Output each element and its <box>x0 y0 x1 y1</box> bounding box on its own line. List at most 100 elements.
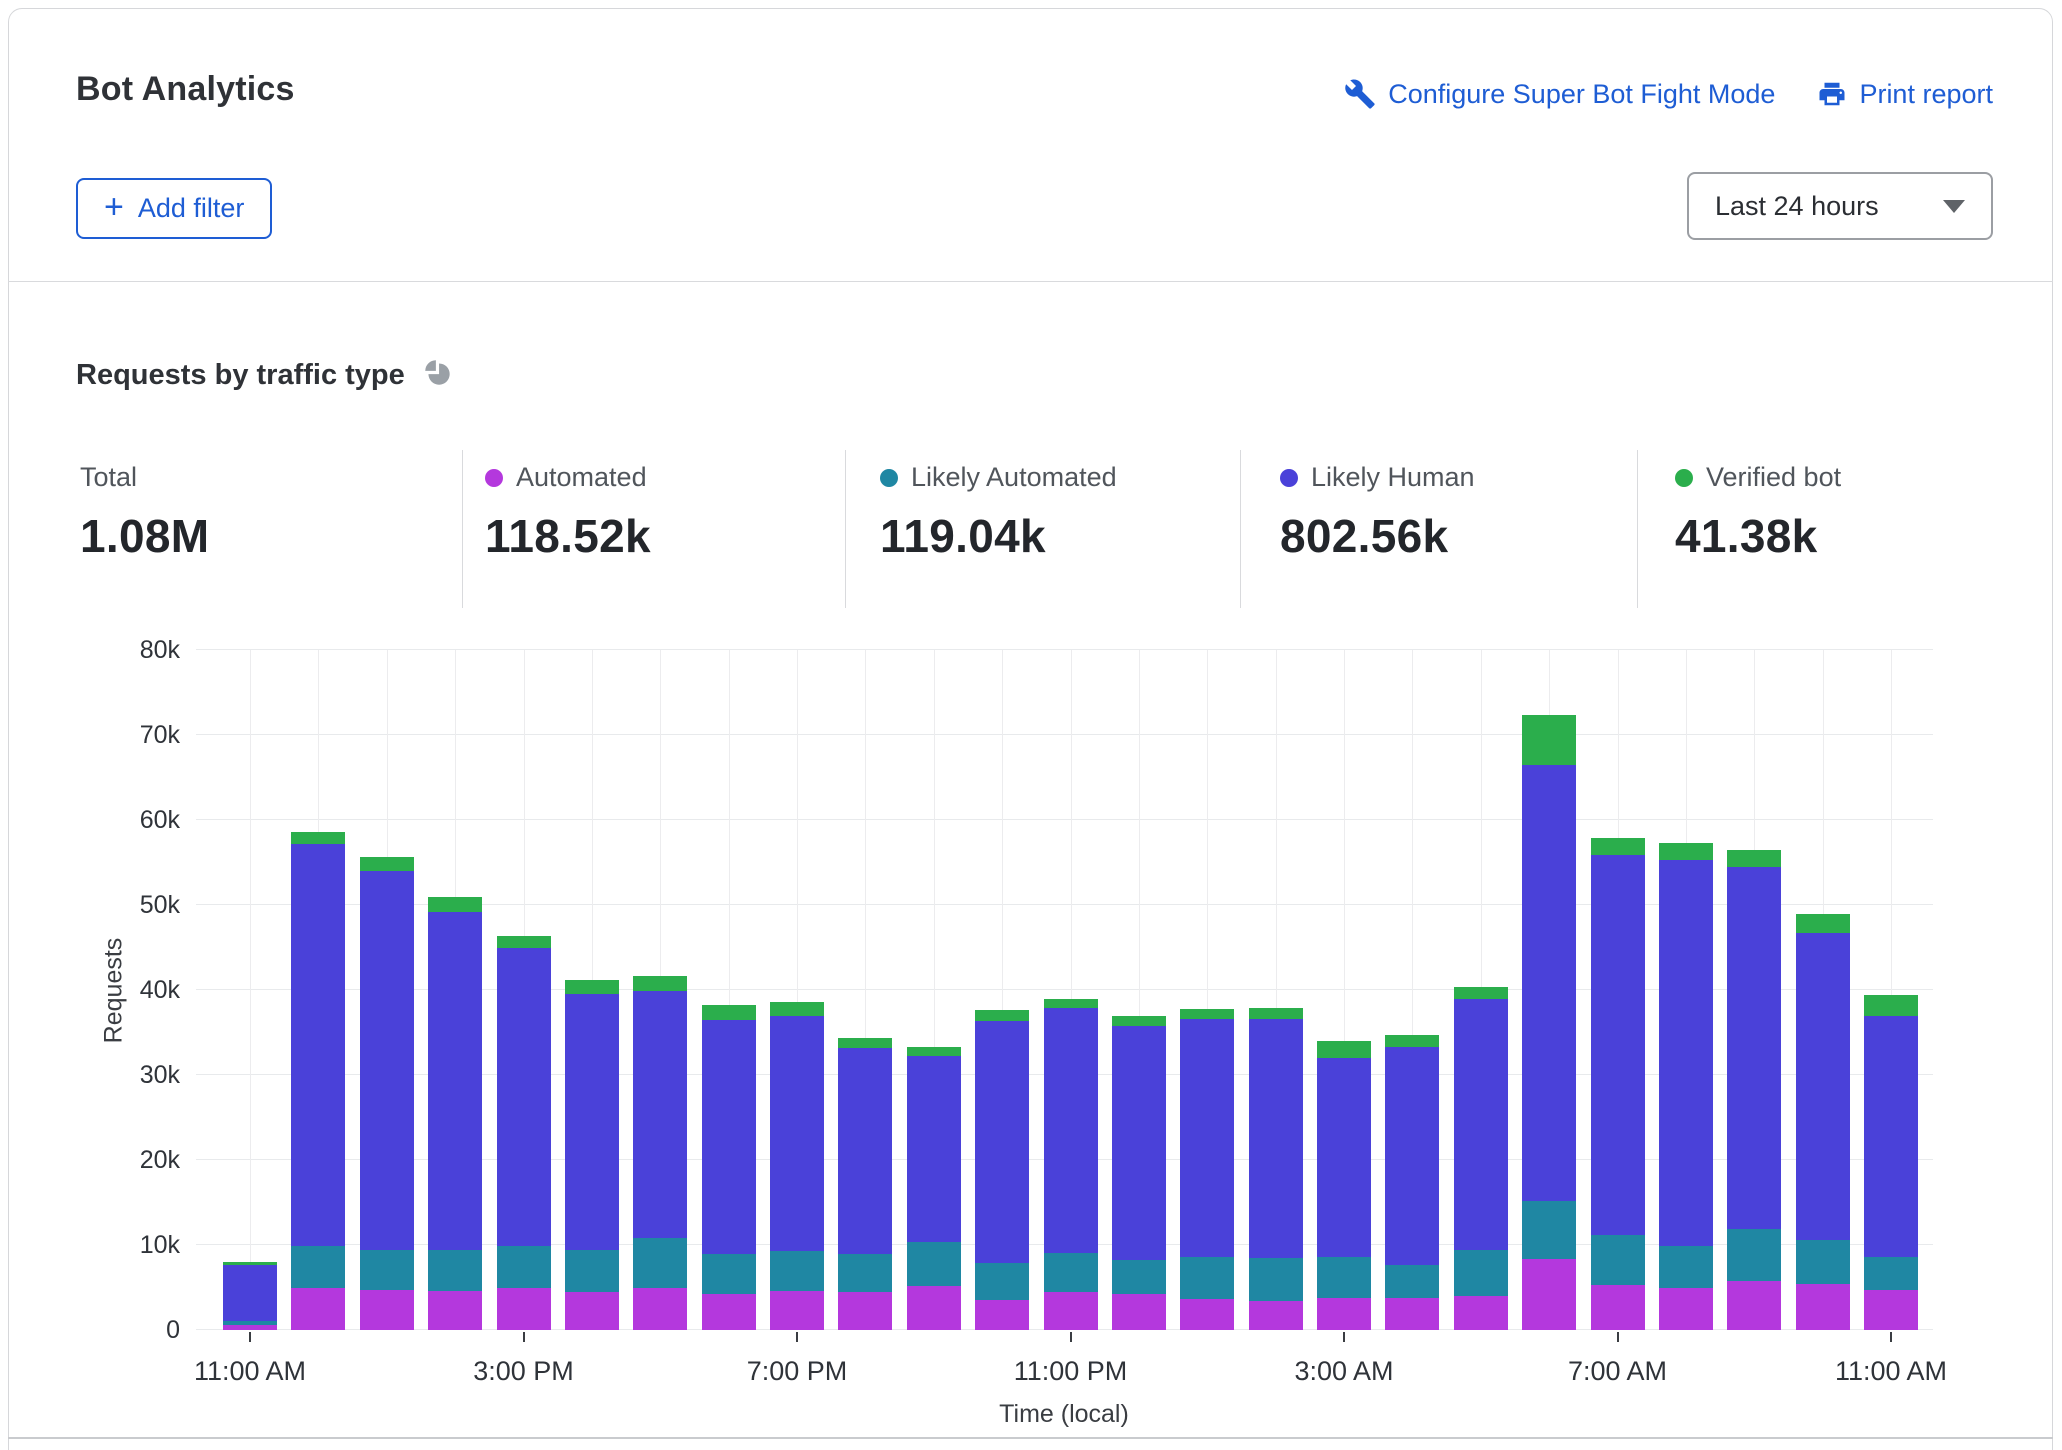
bar-11-00-am[interactable] <box>223 1262 277 1330</box>
bar-8-00-am[interactable] <box>1659 843 1713 1330</box>
time-range-dropdown[interactable]: Last 24 hours <box>1687 172 1993 240</box>
segment-likely-human <box>1112 1026 1166 1261</box>
segment-likely-human <box>1385 1047 1439 1265</box>
segment-likely-human <box>1180 1019 1234 1257</box>
stat-likely-automated-value: 119.04k <box>880 509 1117 563</box>
bar-5-00-pm[interactable] <box>633 976 687 1330</box>
segment-verified-bot <box>838 1038 892 1047</box>
segment-verified-bot <box>291 832 345 844</box>
segment-verified-bot <box>1180 1009 1234 1019</box>
x-tick-mark <box>1343 1332 1345 1342</box>
y-tick-label: 20k <box>100 1146 180 1174</box>
header-divider <box>8 281 2053 282</box>
h-gridline <box>196 649 1933 650</box>
bar-2-00-pm[interactable] <box>428 897 482 1330</box>
segment-likely-automated <box>907 1242 961 1285</box>
pie-chart-icon <box>421 356 455 395</box>
segment-verified-bot <box>702 1005 756 1019</box>
segment-automated <box>497 1288 551 1330</box>
x-tick-mark <box>523 1332 525 1342</box>
segment-likely-automated <box>633 1238 687 1288</box>
segment-verified-bot <box>1522 715 1576 765</box>
bar-9-00-pm[interactable] <box>907 1047 961 1330</box>
stat-divider <box>845 450 846 608</box>
bar-10-00-pm[interactable] <box>975 1010 1029 1330</box>
bar-5-00-am[interactable] <box>1454 987 1508 1330</box>
segment-automated <box>1796 1284 1850 1330</box>
segment-likely-human <box>1249 1019 1303 1258</box>
segment-automated <box>1864 1290 1918 1330</box>
stat-verified-bot-value: 41.38k <box>1675 509 1841 563</box>
bar-10-00-am[interactable] <box>1796 914 1850 1330</box>
y-tick-label: 50k <box>100 891 180 919</box>
bar-11-00-pm[interactable] <box>1044 999 1098 1330</box>
segment-likely-human <box>497 948 551 1246</box>
stat-total-value: 1.08M <box>80 509 209 563</box>
bar-3-00-pm[interactable] <box>497 936 551 1330</box>
segment-likely-automated <box>975 1263 1029 1300</box>
segment-verified-bot <box>1112 1016 1166 1026</box>
segment-likely-automated <box>1454 1250 1508 1296</box>
stat-divider <box>462 450 463 608</box>
y-tick-label: 40k <box>100 976 180 1004</box>
bar-2-00-am[interactable] <box>1249 1008 1303 1330</box>
add-filter-button[interactable]: + Add filter <box>76 178 272 239</box>
segment-verified-bot <box>1659 843 1713 860</box>
bar-12-00-pm[interactable] <box>291 832 345 1330</box>
segment-likely-human <box>291 844 345 1246</box>
segment-automated <box>633 1288 687 1330</box>
segment-likely-automated <box>360 1250 414 1290</box>
bar-11-00-am[interactable] <box>1864 995 1918 1330</box>
bar-6-00-pm[interactable] <box>702 1005 756 1330</box>
segment-verified-bot <box>1454 987 1508 999</box>
bar-4-00-pm[interactable] <box>565 980 619 1330</box>
segment-likely-automated <box>497 1246 551 1289</box>
segment-likely-automated <box>428 1250 482 1291</box>
bar-4-00-am[interactable] <box>1385 1035 1439 1330</box>
stat-total: Total 1.08M <box>80 462 209 563</box>
x-tick-label: 3:00 PM <box>444 1356 604 1387</box>
bar-1-00-am[interactable] <box>1180 1009 1234 1330</box>
segment-likely-human <box>428 912 482 1250</box>
segment-verified-bot <box>428 897 482 912</box>
chevron-down-icon <box>1943 200 1965 213</box>
add-filter-label: Add filter <box>138 193 245 224</box>
bar-9-00-am[interactable] <box>1727 850 1781 1330</box>
segment-automated <box>1180 1299 1234 1330</box>
segment-likely-human <box>1727 867 1781 1229</box>
bar-7-00-pm[interactable] <box>770 1002 824 1330</box>
card-bottom-divider <box>8 1437 2053 1439</box>
printer-icon <box>1817 79 1847 109</box>
bar-12-00-am[interactable] <box>1112 1016 1166 1330</box>
segment-likely-human <box>223 1265 277 1321</box>
segment-verified-bot <box>360 857 414 871</box>
segment-automated <box>565 1292 619 1330</box>
v-gridline <box>250 650 251 1330</box>
segment-likely-human <box>565 994 619 1250</box>
segment-likely-human <box>1864 1016 1918 1257</box>
x-tick-label: 3:00 AM <box>1264 1356 1424 1387</box>
segment-likely-automated <box>1591 1235 1645 1285</box>
x-tick-label: 11:00 AM <box>170 1356 330 1387</box>
bar-1-00-pm[interactable] <box>360 857 414 1330</box>
segment-likely-automated <box>1317 1257 1371 1298</box>
y-tick-label: 80k <box>100 636 180 664</box>
segment-verified-bot <box>1317 1041 1371 1058</box>
bar-7-00-am[interactable] <box>1591 838 1645 1330</box>
segment-automated <box>770 1291 824 1330</box>
bar-8-00-pm[interactable] <box>838 1038 892 1330</box>
segment-automated <box>1249 1301 1303 1330</box>
segment-likely-automated <box>1864 1257 1918 1290</box>
segment-automated <box>1044 1292 1098 1330</box>
x-tick-mark <box>249 1332 251 1342</box>
segment-likely-automated <box>291 1246 345 1288</box>
segment-verified-bot <box>1796 914 1850 933</box>
bar-3-00-am[interactable] <box>1317 1041 1371 1330</box>
segment-verified-bot <box>975 1010 1029 1022</box>
bar-6-00-am[interactable] <box>1522 715 1576 1330</box>
segment-automated <box>1454 1296 1508 1330</box>
likely-human-legend-dot <box>1280 469 1298 487</box>
configure-super-bot-fight-mode-link[interactable]: Configure Super Bot Fight Mode <box>1344 78 1775 110</box>
print-report-link[interactable]: Print report <box>1817 79 1993 110</box>
h-gridline <box>196 734 1933 735</box>
